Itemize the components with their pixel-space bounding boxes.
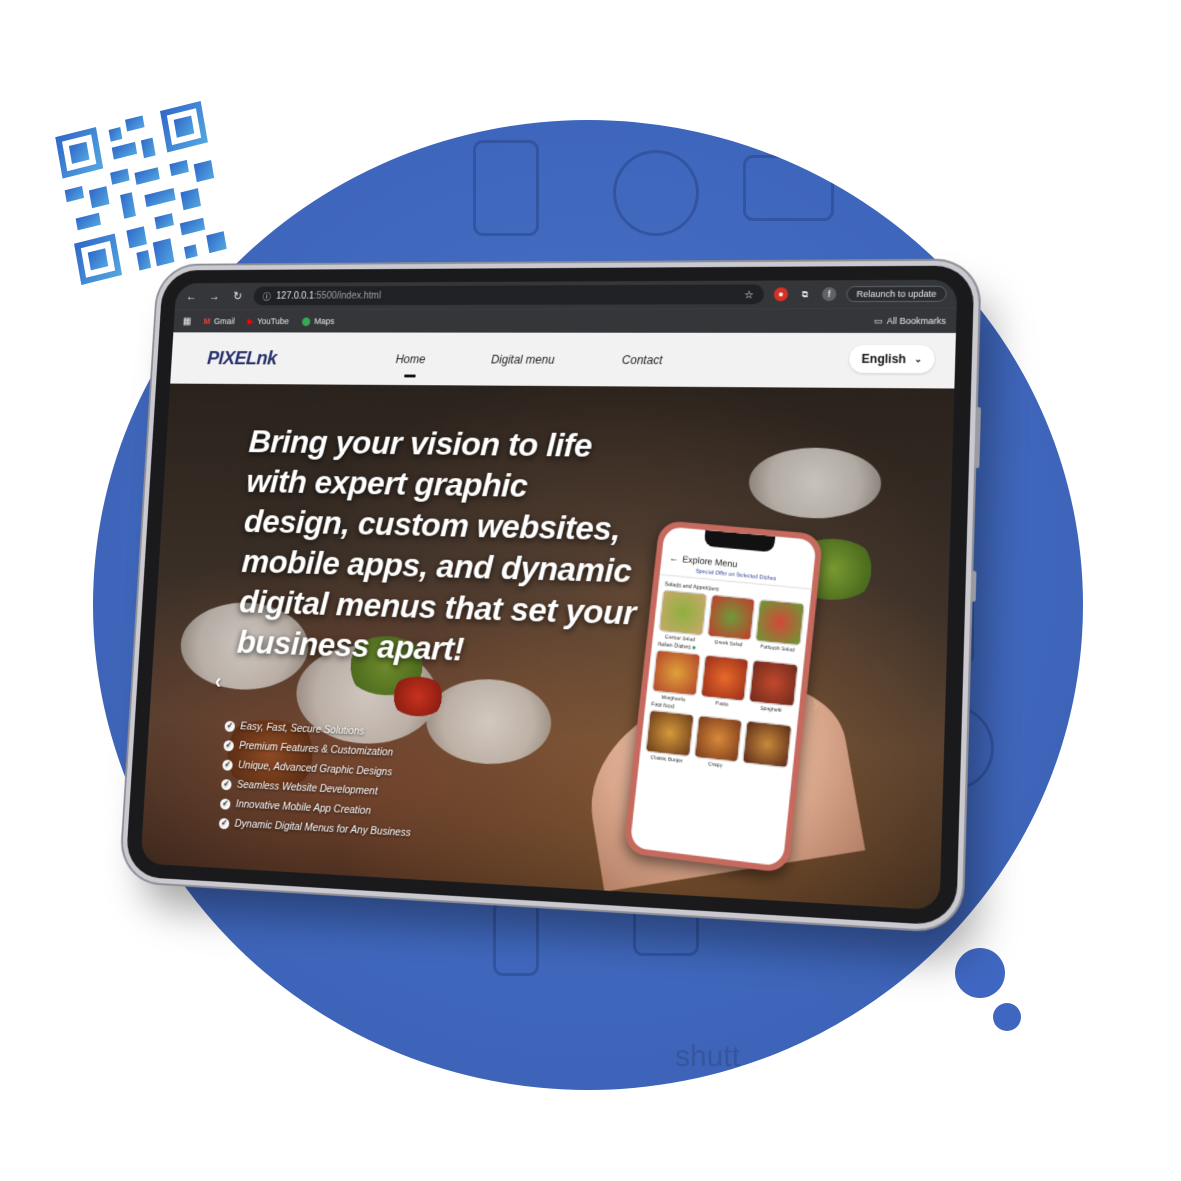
- nav-contact[interactable]: Contact: [622, 353, 663, 367]
- nav-digital-menu[interactable]: Digital menu: [491, 353, 555, 367]
- extension-red-icon[interactable]: ●: [773, 287, 789, 302]
- decor-dot-large: [955, 948, 1005, 998]
- italy-flag-icon: ■: [691, 645, 696, 652]
- dish-card[interactable]: [742, 720, 793, 776]
- cd-icon: [613, 150, 699, 236]
- site-info-icon[interactable]: ⓘ: [262, 290, 271, 302]
- bookmark-star-icon[interactable]: ☆: [744, 288, 754, 301]
- dish-card[interactable]: Pasta: [699, 654, 750, 709]
- all-bookmarks[interactable]: ▭ All Bookmarks: [874, 315, 946, 326]
- site-logo[interactable]: PIXELnk: [207, 348, 278, 370]
- dish-card[interactable]: Spaghetti: [748, 659, 799, 716]
- check-icon: ✓: [222, 759, 233, 771]
- power-button: [970, 570, 977, 602]
- hero-headline: Bring your vision to life with expert gr…: [235, 423, 637, 669]
- dish-card[interactable]: Margherita: [651, 649, 701, 704]
- youtube-icon: ▶: [247, 316, 254, 326]
- dish-card[interactable]: Classic Burger: [644, 709, 695, 766]
- chevron-down-icon: ⌄: [914, 353, 923, 364]
- carousel-prev-icon[interactable]: ‹: [214, 669, 222, 694]
- dish-image: [645, 709, 695, 757]
- back-arrow-icon[interactable]: ←: [669, 553, 679, 564]
- tablet-device: ← → ↻ ⓘ 127.0.0.1:5500/index.html ☆ ● ⧉ …: [125, 265, 981, 927]
- bookmark-gmail[interactable]: M Gmail: [203, 317, 235, 326]
- check-icon: ✓: [224, 720, 236, 732]
- folder-icon: ▭: [873, 315, 883, 326]
- qr-code-icon: [55, 100, 227, 286]
- food-plate: [747, 446, 883, 520]
- nav-links: Home Digital menu Contact: [395, 353, 662, 367]
- browser-toolbar: ← → ↻ ⓘ 127.0.0.1:5500/index.html ☆ ● ⧉ …: [174, 279, 958, 310]
- phone-notch: [703, 530, 776, 553]
- extensions-puzzle-icon[interactable]: ⧉: [798, 287, 813, 301]
- decor-dot-small: [993, 1003, 1021, 1031]
- check-icon: ✓: [219, 797, 231, 810]
- profile-avatar[interactable]: f: [821, 287, 837, 302]
- reload-icon[interactable]: ↻: [230, 289, 245, 302]
- phone-screen: ← Explore Menu Special Offer on Selected…: [629, 526, 817, 867]
- dish-image: [700, 654, 750, 702]
- apps-grid-icon[interactable]: ▦: [183, 316, 192, 326]
- language-select[interactable]: English ⌄: [848, 344, 935, 374]
- url-text: 127.0.0.1:5500/index.html: [275, 290, 382, 302]
- maps-icon: ⬤: [301, 315, 312, 326]
- dish-image: [755, 598, 805, 646]
- tablet-frame: ← → ↻ ⓘ 127.0.0.1:5500/index.html ☆ ● ⧉ …: [125, 265, 981, 927]
- gmail-icon: M: [203, 316, 211, 326]
- dish-image: [658, 589, 708, 636]
- dish-card[interactable]: Crispy: [693, 714, 743, 771]
- dish-image: [748, 659, 799, 707]
- plug-icon: [493, 900, 539, 976]
- address-bar[interactable]: ⓘ 127.0.0.1:5500/index.html ☆: [253, 284, 765, 306]
- tablet-screen: ← → ↻ ⓘ 127.0.0.1:5500/index.html ☆ ● ⧉ …: [140, 279, 958, 911]
- relaunch-button[interactable]: Relaunch to update: [846, 285, 947, 303]
- dish-card[interactable]: Greek Salad: [706, 594, 756, 649]
- disk-drive-icon: [473, 140, 539, 236]
- bookmark-youtube[interactable]: ▶ YouTube: [247, 316, 289, 326]
- back-icon[interactable]: ←: [184, 290, 199, 303]
- feature-list: ✓ Easy, Fast, Secure Solutions ✓ Premium F…: [218, 716, 417, 843]
- dish-image: [742, 720, 793, 769]
- phone-mockup: ← Explore Menu Special Offer on Selected…: [623, 519, 824, 874]
- bookmarks-bar: ▦ M Gmail ▶ YouTube ⬤ Maps ▭ All Bookmar…: [173, 307, 957, 333]
- hero-banner: Bring your vision to life with expert gr…: [140, 383, 955, 911]
- monitor-icon: [743, 155, 834, 221]
- dish-card[interactable]: Fattoush Salad: [754, 598, 805, 654]
- check-icon: ✓: [218, 817, 230, 829]
- dish-image: [706, 594, 756, 641]
- check-icon: ✓: [223, 739, 235, 751]
- check-icon: ✓: [221, 778, 232, 790]
- nav-home[interactable]: Home: [395, 353, 425, 366]
- dish-image: [693, 714, 743, 763]
- watermark: shutt: [675, 1040, 741, 1073]
- bookmark-maps[interactable]: ⬤ Maps: [301, 316, 334, 326]
- site-navbar: PIXELnk Home Digital menu Contact Englis…: [170, 332, 956, 390]
- dish-image: [651, 649, 701, 697]
- dish-card[interactable]: Caesar Salad: [658, 589, 708, 644]
- forward-icon[interactable]: →: [207, 290, 222, 303]
